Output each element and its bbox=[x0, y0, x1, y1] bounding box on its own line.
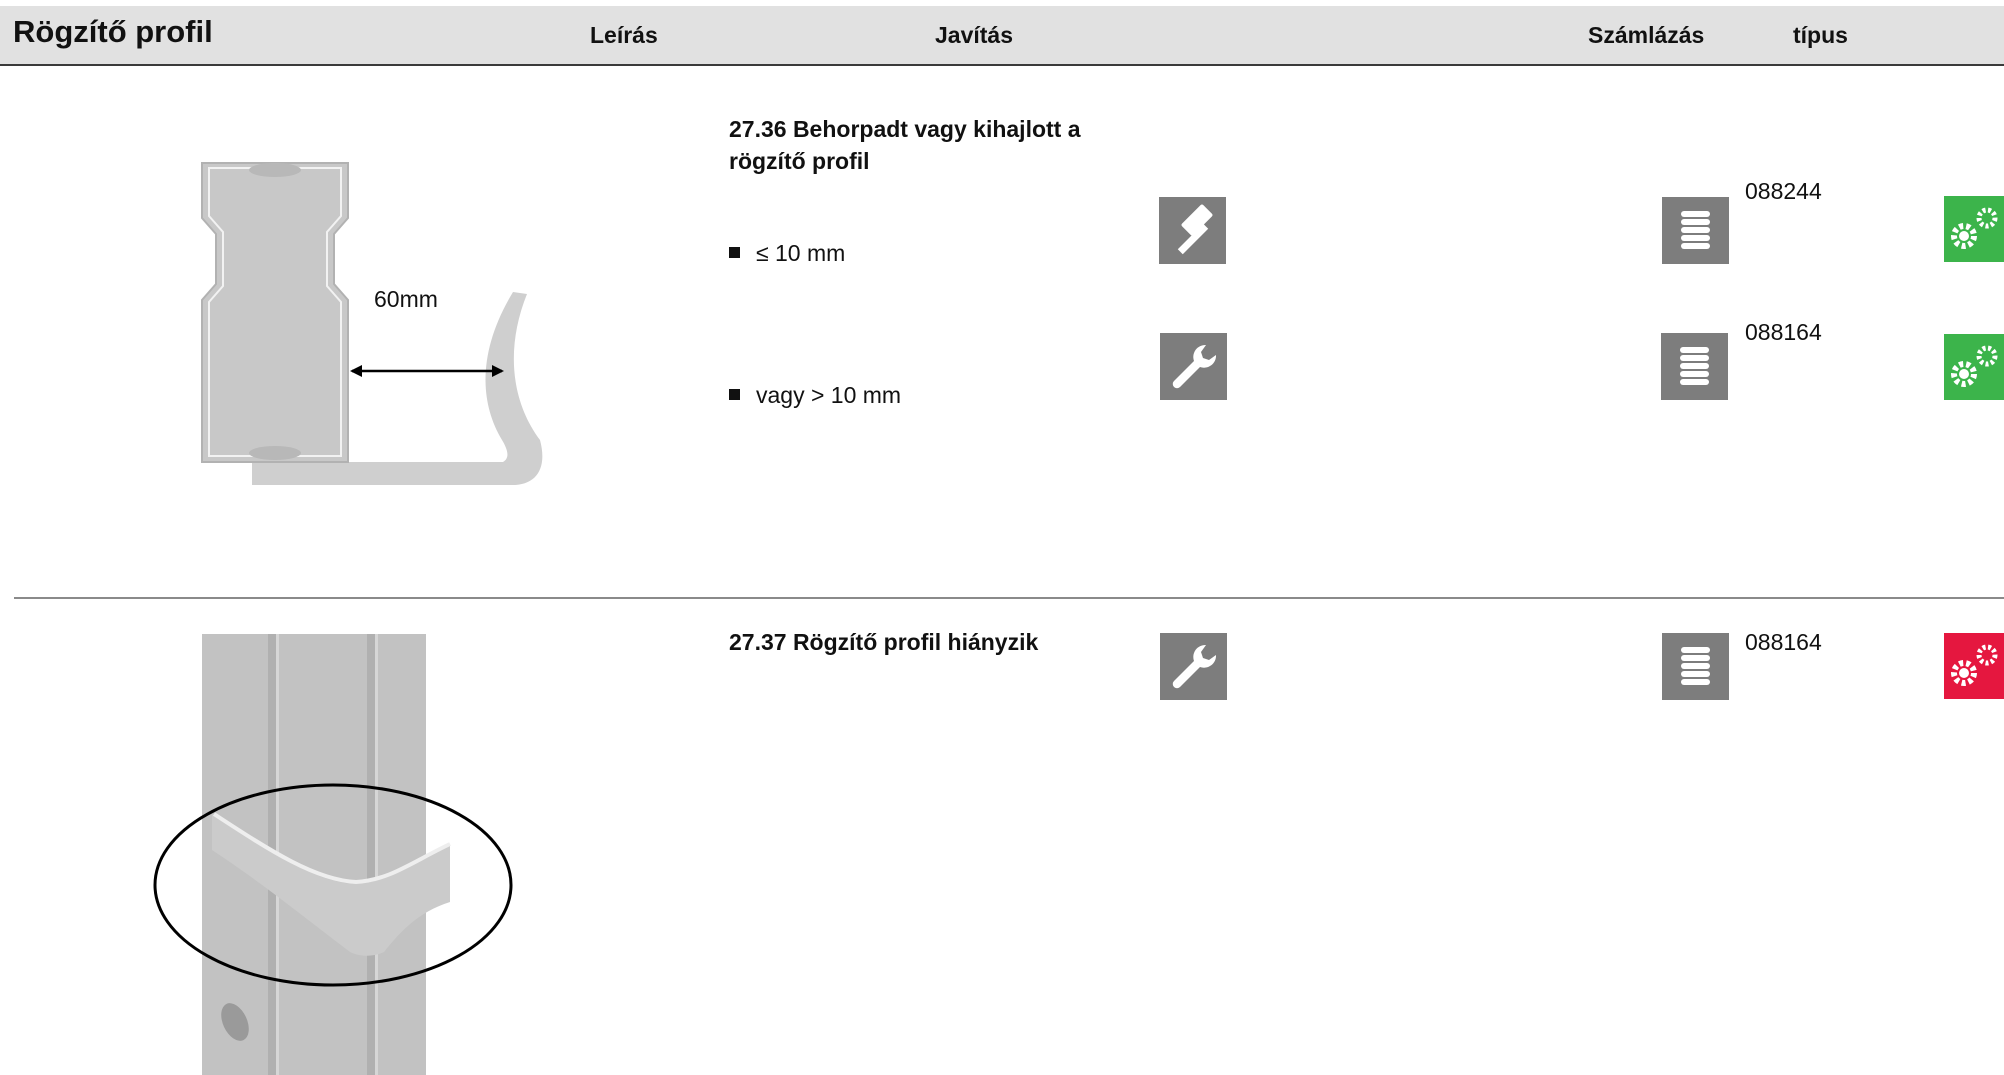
wrench-icon bbox=[1160, 633, 1227, 700]
hammer-icon bbox=[1159, 197, 1226, 264]
section-title: 27.37 Rögzítő profil hiányzik bbox=[729, 629, 1039, 655]
green-gear-icon bbox=[1944, 196, 2004, 262]
page-title: Rögzítő profil bbox=[13, 14, 213, 49]
column-header-description: Leírás bbox=[590, 22, 658, 48]
column-header-repair: Javítás bbox=[935, 22, 1014, 48]
red-gear-icon bbox=[1944, 633, 2004, 699]
wrench-icon bbox=[1160, 333, 1227, 400]
bullet-square-icon bbox=[729, 389, 740, 401]
list-item: vagy > 10 mm bbox=[729, 382, 901, 409]
column-header-billing: Számlázás bbox=[1588, 22, 1705, 48]
part-code: 088164 bbox=[1745, 629, 1822, 655]
table-header: Rögzítő profil Leírás Javítás Számlázás … bbox=[0, 6, 2004, 66]
bullet-square-icon bbox=[729, 247, 740, 259]
green-gear-icon bbox=[1944, 334, 2004, 400]
profile-dent-drawing bbox=[201, 162, 543, 486]
section-title: 27.36 Behorpadt vagy kihajlott a rögzítő… bbox=[729, 116, 1081, 174]
part-code: 088164 bbox=[1745, 319, 1822, 345]
section-divider bbox=[14, 597, 2004, 599]
dimension-label: 60mm bbox=[374, 286, 438, 312]
column-header-type: típus bbox=[1793, 22, 1848, 48]
list-item: ≤ 10 mm bbox=[729, 240, 845, 267]
coin-stack-icon bbox=[1662, 197, 1729, 264]
part-code: 088244 bbox=[1745, 178, 1822, 204]
coin-stack-icon bbox=[1662, 633, 1729, 700]
coin-stack-icon bbox=[1661, 333, 1728, 400]
profile-missing-drawing bbox=[153, 634, 513, 1075]
